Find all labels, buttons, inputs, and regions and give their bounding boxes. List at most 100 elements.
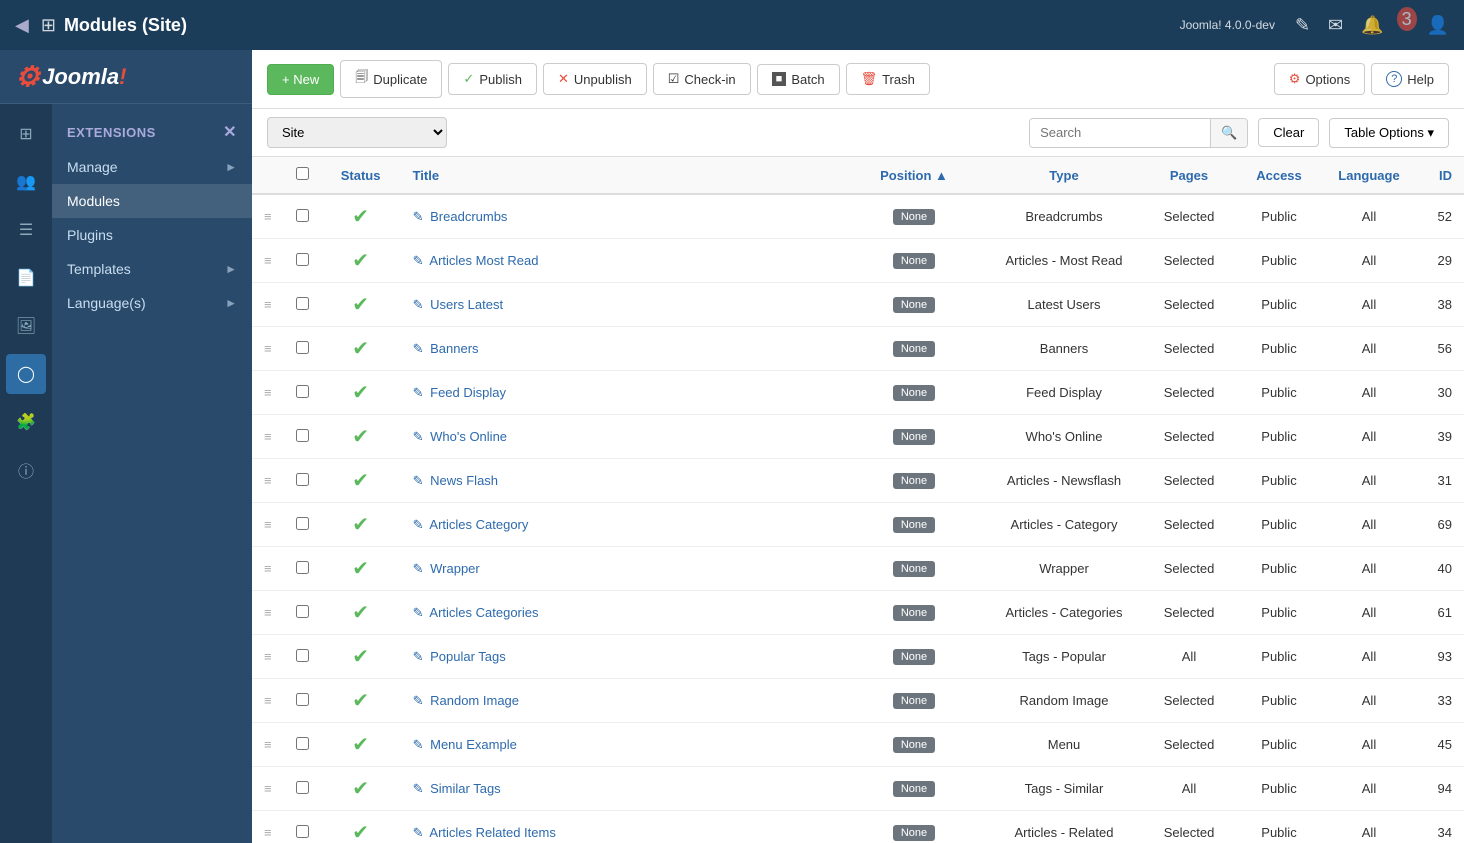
bell-icon[interactable]: 🔔 3 — [1361, 15, 1408, 36]
sidebar-item-languages[interactable]: Language(s) ► — [52, 286, 252, 320]
sidebar-icon-components[interactable]: ◯ — [6, 354, 46, 394]
row-checkbox[interactable] — [296, 253, 309, 266]
sidebar-item-manage[interactable]: Manage ► — [52, 150, 252, 184]
sidebar-icon-media[interactable]: 🖼 — [6, 306, 46, 346]
site-filter-select[interactable]: Site Administrator — [267, 117, 447, 148]
status-icon[interactable]: ✔ — [352, 426, 369, 448]
module-title-link[interactable]: Banners — [430, 341, 478, 356]
drag-handle[interactable]: ≡ — [252, 327, 284, 371]
drag-handle[interactable]: ≡ — [252, 194, 284, 239]
status-icon[interactable]: ✔ — [352, 602, 369, 624]
row-checkbox[interactable] — [296, 649, 309, 662]
clear-button[interactable]: Clear — [1258, 118, 1319, 147]
status-icon[interactable]: ✔ — [352, 558, 369, 580]
row-checkbox[interactable] — [296, 605, 309, 618]
table-options-button[interactable]: Table Options ▾ — [1329, 118, 1449, 148]
status-icon[interactable]: ✔ — [352, 206, 369, 228]
search-button[interactable]: 🔍 — [1210, 119, 1247, 147]
row-checkbox[interactable] — [296, 737, 309, 750]
status-icon[interactable]: ✔ — [352, 382, 369, 404]
unpublish-button[interactable]: ✕ Unpublish — [543, 63, 647, 95]
batch-button[interactable]: ■ Batch — [757, 64, 840, 95]
drag-handle[interactable]: ≡ — [252, 371, 284, 415]
drag-handle[interactable]: ≡ — [252, 459, 284, 503]
col-title-header[interactable]: Title — [401, 157, 844, 194]
status-icon[interactable]: ✔ — [352, 822, 369, 843]
drag-handle[interactable]: ≡ — [252, 415, 284, 459]
sidebar-icon-menus[interactable]: ☰ — [6, 210, 46, 250]
col-pages-header[interactable]: Pages — [1144, 157, 1234, 194]
sidebar-icon-content[interactable]: 📄 — [6, 258, 46, 298]
module-title-link[interactable]: Menu Example — [430, 737, 517, 752]
checkin-button[interactable]: ☑ Check-in — [653, 63, 751, 95]
drag-handle[interactable]: ≡ — [252, 591, 284, 635]
module-title-link[interactable]: Articles Category — [429, 517, 528, 532]
drag-handle[interactable]: ≡ — [252, 503, 284, 547]
search-input[interactable] — [1030, 119, 1210, 146]
row-checkbox[interactable] — [296, 561, 309, 574]
duplicate-button[interactable]: 🗐 Duplicate — [340, 60, 442, 98]
drag-handle[interactable]: ≡ — [252, 239, 284, 283]
col-access-header[interactable]: Access — [1234, 157, 1324, 194]
options-button[interactable]: ⚙ Options — [1274, 63, 1365, 95]
status-icon[interactable]: ✔ — [352, 690, 369, 712]
module-title-link[interactable]: Users Latest — [430, 297, 503, 312]
module-title-link[interactable]: Random Image — [430, 693, 519, 708]
new-button[interactable]: + New — [267, 64, 334, 95]
module-title-link[interactable]: Popular Tags — [430, 649, 506, 664]
row-checkbox[interactable] — [296, 341, 309, 354]
sidebar-close-button[interactable]: ✕ — [223, 122, 237, 142]
drag-handle[interactable]: ≡ — [252, 723, 284, 767]
drag-handle[interactable]: ≡ — [252, 679, 284, 723]
col-type-header[interactable]: Type — [984, 157, 1144, 194]
module-title-link[interactable]: News Flash — [430, 473, 498, 488]
module-title-link[interactable]: Feed Display — [430, 385, 506, 400]
row-checkbox[interactable] — [296, 825, 309, 838]
user-icon[interactable]: 👤 — [1427, 15, 1449, 36]
module-title-link[interactable]: Similar Tags — [430, 781, 501, 796]
help-button[interactable]: ? Help — [1371, 63, 1449, 95]
module-title-link[interactable]: Articles Categories — [429, 605, 538, 620]
drag-handle[interactable]: ≡ — [252, 283, 284, 327]
drag-handle[interactable]: ≡ — [252, 811, 284, 843]
edit-icon[interactable]: ✎ — [1295, 15, 1310, 36]
sidebar-icon-dashboard[interactable]: ⊞ — [6, 114, 46, 154]
publish-button[interactable]: ✓ Publish — [448, 63, 537, 95]
status-icon[interactable]: ✔ — [352, 734, 369, 756]
row-checkbox[interactable] — [296, 781, 309, 794]
sidebar-icon-users[interactable]: 👥 — [6, 162, 46, 202]
drag-handle[interactable]: ≡ — [252, 547, 284, 591]
module-title-link[interactable]: Wrapper — [430, 561, 480, 576]
col-position-header[interactable]: Position ▲ — [844, 157, 984, 194]
mail-icon[interactable]: ✉ — [1328, 15, 1343, 36]
status-icon[interactable]: ✔ — [352, 514, 369, 536]
row-checkbox[interactable] — [296, 473, 309, 486]
sidebar-collapse-button[interactable]: ◀ — [15, 15, 29, 36]
status-icon[interactable]: ✔ — [352, 778, 369, 800]
select-all-checkbox[interactable] — [296, 167, 309, 180]
status-icon[interactable]: ✔ — [352, 338, 369, 360]
status-icon[interactable]: ✔ — [352, 470, 369, 492]
module-title-link[interactable]: Articles Most Read — [429, 253, 538, 268]
sidebar-item-plugins[interactable]: Plugins — [52, 218, 252, 252]
sidebar-item-modules[interactable]: Modules — [52, 184, 252, 218]
col-language-header[interactable]: Language — [1324, 157, 1414, 194]
row-checkbox[interactable] — [296, 385, 309, 398]
status-icon[interactable]: ✔ — [352, 250, 369, 272]
drag-handle[interactable]: ≡ — [252, 635, 284, 679]
col-id-header[interactable]: ID — [1414, 157, 1464, 194]
drag-handle[interactable]: ≡ — [252, 767, 284, 811]
sidebar-icon-info[interactable]: ⓘ — [6, 450, 46, 490]
sidebar-icon-extensions[interactable]: 🧩 — [6, 402, 46, 442]
sidebar-item-templates[interactable]: Templates ► — [52, 252, 252, 286]
row-checkbox[interactable] — [296, 693, 309, 706]
module-title-link[interactable]: Breadcrumbs — [430, 209, 507, 224]
status-icon[interactable]: ✔ — [352, 294, 369, 316]
row-checkbox[interactable] — [296, 517, 309, 530]
status-icon[interactable]: ✔ — [352, 646, 369, 668]
module-title-link[interactable]: Articles Related Items — [429, 825, 555, 840]
trash-button[interactable]: 🗑 Trash — [846, 63, 930, 95]
row-checkbox[interactable] — [296, 209, 309, 222]
row-checkbox[interactable] — [296, 429, 309, 442]
module-title-link[interactable]: Who's Online — [430, 429, 507, 444]
